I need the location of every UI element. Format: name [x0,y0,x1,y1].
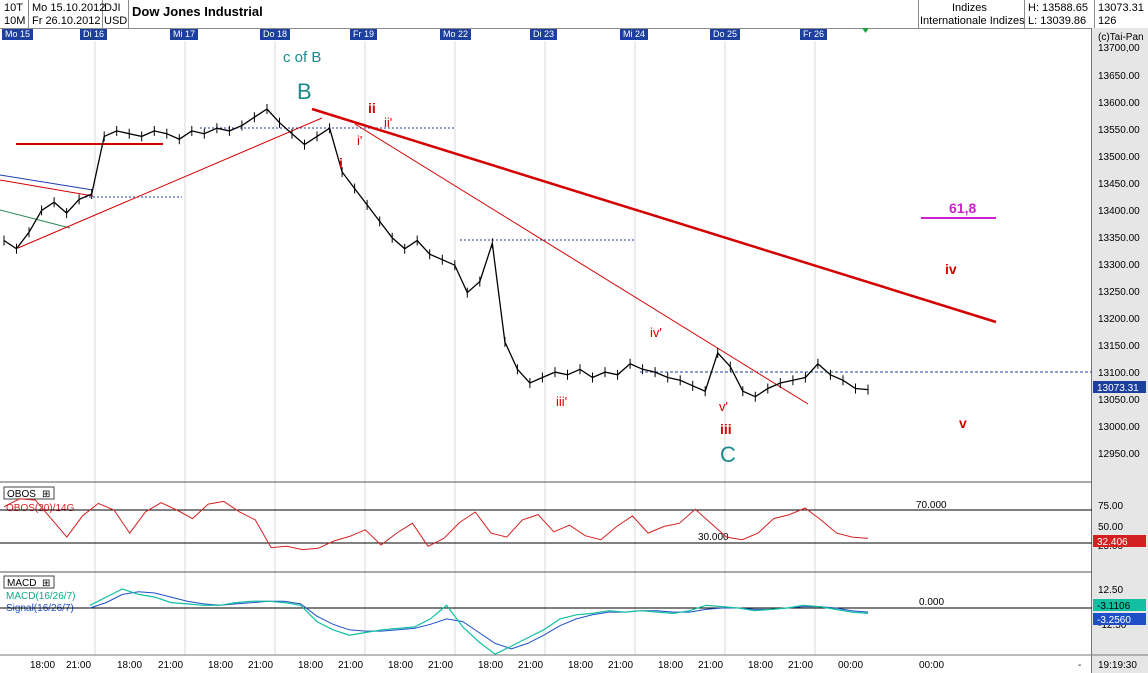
price-tick: 13700,00 [1098,43,1140,54]
wave-label-c: C [720,442,736,467]
price-tick: 13600.00 [1098,98,1140,109]
time-label: 18:00 [748,660,773,671]
trend-line-up [18,118,322,248]
time-label: 21:00 [788,660,813,671]
obos-lower-level-label: 30.000 [698,532,729,543]
downtrend-line-thin [355,124,808,404]
price-tick: 13400.00 [1098,206,1140,217]
time-label: 21:00 [248,660,273,671]
price-tick: 13650.00 [1098,71,1140,82]
time-label: 18:00 [117,660,142,671]
price-tick: 13200.00 [1098,314,1140,325]
price-tick: 13050.00 [1098,395,1140,406]
time-label: 21:00 [158,660,183,671]
macd-legend: MACD(16/26/7) [6,591,75,602]
fib-label: 61,8 [949,200,976,216]
macd-tick: 12.50 [1098,585,1123,596]
macd-zero-label: 0.000 [919,597,944,608]
price-tick: 13450.00 [1098,179,1140,190]
obos-tick: 75.00 [1098,501,1123,512]
price-tick: 13300.00 [1098,260,1140,271]
time-label: 18:00 [658,660,683,671]
macd-series [90,589,868,654]
channel-line [0,210,70,228]
wave-label-i: i [339,155,343,171]
obos-legend: OBOS(20)/14G [6,503,75,514]
time-axis: 18:00 21:00 18:00 21:00 18:00 21:00 18:0… [30,660,944,671]
obos-upper-level-label: 70.000 [916,500,947,511]
scroll-marker[interactable]: - [1078,660,1081,671]
time-label: 21:00 [428,660,453,671]
time-label: 21:00 [338,660,363,671]
wave-labels: c of B B ii ii' i' i iii' iv' v' iii C i… [283,49,976,467]
wave-label-v-prime: v' [719,399,728,414]
time-label: 21:00 [608,660,633,671]
wave-label-i-prime: i' [357,133,362,148]
time-label: 21:00 [518,660,543,671]
trend-lines [0,109,996,404]
wave-label-ii-prime: ii' [384,115,392,130]
price-tick: 13500.00 [1098,152,1140,163]
macd-panel: MACD ⊞ MACD(16/26/7) Signal(16/26/7) 0.0… [0,576,1146,654]
time-label: 18:00 [30,660,55,671]
obos-value: 32.406 [1097,537,1128,548]
wave-label-c-of-b: c of B [283,49,321,66]
time-label: 18:00 [388,660,413,671]
wave-label-iv: iv [945,261,957,277]
price-ticks: (c)Tai-Pan 13700,00 13650.00 13600.00 13… [1098,32,1144,460]
wave-label-ii: ii [368,100,376,116]
signal-series [90,592,868,649]
macd-title: MACD [7,578,36,589]
obos-series [4,499,868,550]
copyright: (c)Tai-Pan [1098,32,1144,43]
wave-label-b: B [297,79,312,104]
price-tag: 13073.31 [1097,383,1139,394]
time-label: 18:00 [298,660,323,671]
time-label: 21:00 [698,660,723,671]
time-label: 00:00 [838,660,863,671]
macd-value: -3.1106 [1097,601,1131,612]
chart-window: 10T 10M Mo 15.10.2012 Fr 26.10.2012 DJI … [0,0,1148,673]
price-tick: 13100.00 [1098,368,1140,379]
clock: 19:19:30 [1098,660,1137,671]
price-tick: 13000.00 [1098,422,1140,433]
time-label: 21:00 [66,660,91,671]
signal-value: -3.2560 [1097,615,1131,626]
price-tick: 12950.00 [1098,449,1140,460]
wave-label-iv-prime: iv' [650,325,662,340]
price-tick: 13150.00 [1098,341,1140,352]
time-label: 00:00 [919,660,944,671]
obos-title: OBOS [7,489,36,500]
wave-label-iii-prime: iii' [556,394,567,409]
price-tick: 13250.00 [1098,287,1140,298]
chart-canvas: (c)Tai-Pan 13700,00 13650.00 13600.00 13… [0,0,1148,673]
obos-panel: OBOS ⊞ OBOS(20)/14G 70.000 30.000 75.00 … [0,487,1146,552]
add-indicator-icon[interactable]: ⊞ [42,578,50,589]
price-tick: 13350.00 [1098,233,1140,244]
wave-label-v: v [959,415,967,431]
marker-down-icon[interactable] [862,28,869,33]
time-label: 18:00 [208,660,233,671]
add-indicator-icon[interactable]: ⊞ [42,489,50,500]
wave-label-iii: iii [720,421,732,437]
obos-tick: 50.00 [1098,522,1123,533]
main-downtrend-line [312,109,996,322]
price-tick: 13550.00 [1098,125,1140,136]
time-label: 18:00 [568,660,593,671]
time-label: 18:00 [478,660,503,671]
price-line [4,109,868,397]
